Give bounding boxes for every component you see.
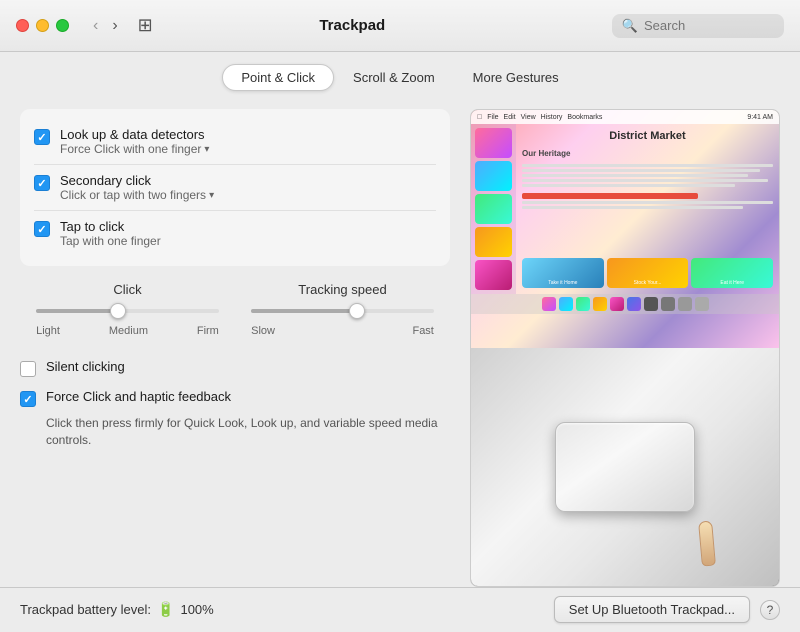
option-secondary: Secondary click Click or tap with two fi…: [34, 164, 436, 210]
click-slider-thumb[interactable]: [110, 303, 126, 319]
preview-sidebar: [471, 124, 516, 294]
dock-icon-2: [559, 297, 573, 311]
close-button[interactable]: [16, 19, 29, 32]
search-icon: 🔍: [622, 18, 638, 34]
window-title: Trackpad: [105, 17, 600, 34]
trackpad-device: [555, 422, 695, 512]
traffic-lights: [16, 19, 69, 32]
fake-text-content: [522, 164, 773, 209]
titlebar: ‹ › ⊞ Trackpad 🔍: [0, 0, 800, 52]
options-section: Look up & data detectors Force Click wit…: [20, 109, 450, 266]
bottom-options: Silent clicking Force Click and haptic f…: [20, 349, 450, 449]
right-panel:  FileEditViewHistoryBookmarks 9:41 AM: [470, 101, 780, 587]
tab-point-click[interactable]: Point & Click: [222, 64, 334, 91]
preview-container:  FileEditViewHistoryBookmarks 9:41 AM: [470, 109, 780, 587]
sidebar-thumb-1: [475, 128, 512, 158]
battery-percentage: 100%: [180, 602, 213, 617]
checkbox-force-click[interactable]: [20, 391, 36, 407]
dock-icon-9: [678, 297, 692, 311]
click-slider-group: Click Light Medium Firm: [20, 282, 235, 337]
statusbar: Trackpad battery level: 🔋 100% Set Up Bl…: [0, 587, 800, 631]
search-input[interactable]: [644, 18, 774, 33]
checkbox-silent[interactable]: [20, 361, 36, 377]
click-slider-label: Click: [113, 282, 141, 297]
dock-icon-6: [627, 297, 641, 311]
option-secondary-title: Secondary click: [60, 173, 214, 188]
checkbox-secondary[interactable]: [34, 175, 50, 191]
search-box[interactable]: 🔍: [612, 14, 784, 38]
tab-bar: Point & Click Scroll & Zoom More Gesture…: [0, 52, 800, 101]
preview-section-title: Our Heritage: [522, 149, 773, 158]
fake-menubar:  FileEditViewHistoryBookmarks 9:41 AM: [471, 110, 779, 124]
preview-main-area: District Market Our Heritage: [516, 124, 779, 294]
option-silent-title: Silent clicking: [46, 359, 125, 374]
tracking-slider-group: Tracking speed Slow Fast: [235, 282, 450, 337]
dock-icon-5: [610, 297, 624, 311]
option-tap-click-subtitle: Tap with one finger: [60, 234, 161, 248]
option-lookup: Look up & data detectors Force Click wit…: [34, 119, 436, 164]
tracking-slider-labels: Slow Fast: [251, 325, 434, 337]
click-slider-labels: Light Medium Firm: [36, 325, 219, 337]
help-button[interactable]: ?: [760, 600, 780, 620]
option-lookup-subtitle[interactable]: Force Click with one finger ▾: [60, 142, 209, 156]
sidebar-thumb-4: [475, 227, 512, 257]
tracking-slider-thumb[interactable]: [349, 303, 365, 319]
option-tap-click-text: Tap to click Tap with one finger: [60, 219, 161, 248]
main-content: Look up & data detectors Force Click wit…: [0, 101, 800, 587]
option-secondary-text: Secondary click Click or tap with two fi…: [60, 173, 214, 202]
checkbox-tap-click[interactable]: [34, 221, 50, 237]
chevron-down-icon: ▾: [204, 144, 209, 155]
minimize-button[interactable]: [36, 19, 49, 32]
fake-dock: [471, 294, 779, 314]
dock-icon-7: [644, 297, 658, 311]
dock-icon-1: [542, 297, 556, 311]
option-secondary-subtitle[interactable]: Click or tap with two fingers ▾: [60, 188, 214, 202]
setup-bluetooth-button[interactable]: Set Up Bluetooth Trackpad...: [554, 596, 750, 623]
checkbox-lookup[interactable]: [34, 129, 50, 145]
hand-icon: [698, 520, 716, 566]
option-force-click-title: Force Click and haptic feedback: [46, 389, 231, 404]
preview-screen:  FileEditViewHistoryBookmarks 9:41 AM: [471, 110, 779, 348]
back-button[interactable]: ‹: [89, 15, 102, 37]
dock-icon-8: [661, 297, 675, 311]
dock-icon-10: [695, 297, 709, 311]
option-lookup-title: Look up & data detectors: [60, 127, 209, 142]
preview-screen-title: District Market: [522, 130, 773, 142]
sliders-section: Click Light Medium Firm Tracking speed: [20, 270, 450, 345]
option-silent: Silent clicking: [20, 353, 450, 381]
option-force-click: Force Click and haptic feedback: [20, 383, 450, 411]
maximize-button[interactable]: [56, 19, 69, 32]
tab-more-gestures[interactable]: More Gestures: [454, 64, 578, 91]
option-tap-click: Tap to click Tap with one finger: [34, 210, 436, 256]
option-force-click-description: Click then press firmly for Quick Look, …: [46, 415, 450, 449]
preview-trackpad: [471, 348, 779, 586]
battery-icon: 🔋: [157, 601, 174, 618]
tracking-slider-label: Tracking speed: [298, 282, 386, 297]
option-lookup-text: Look up & data detectors Force Click wit…: [60, 127, 209, 156]
chevron-down-icon: ▾: [209, 190, 214, 201]
sidebar-thumb-3: [475, 194, 512, 224]
sidebar-thumb-5: [475, 260, 512, 290]
battery-label: Trackpad battery level: 🔋 100%: [20, 601, 214, 618]
sidebar-thumb-2: [475, 161, 512, 191]
dock-icon-3: [576, 297, 590, 311]
left-panel: Look up & data detectors Force Click wit…: [20, 101, 450, 587]
dock-icon-4: [593, 297, 607, 311]
option-tap-click-title: Tap to click: [60, 219, 161, 234]
tab-scroll-zoom[interactable]: Scroll & Zoom: [334, 64, 454, 91]
